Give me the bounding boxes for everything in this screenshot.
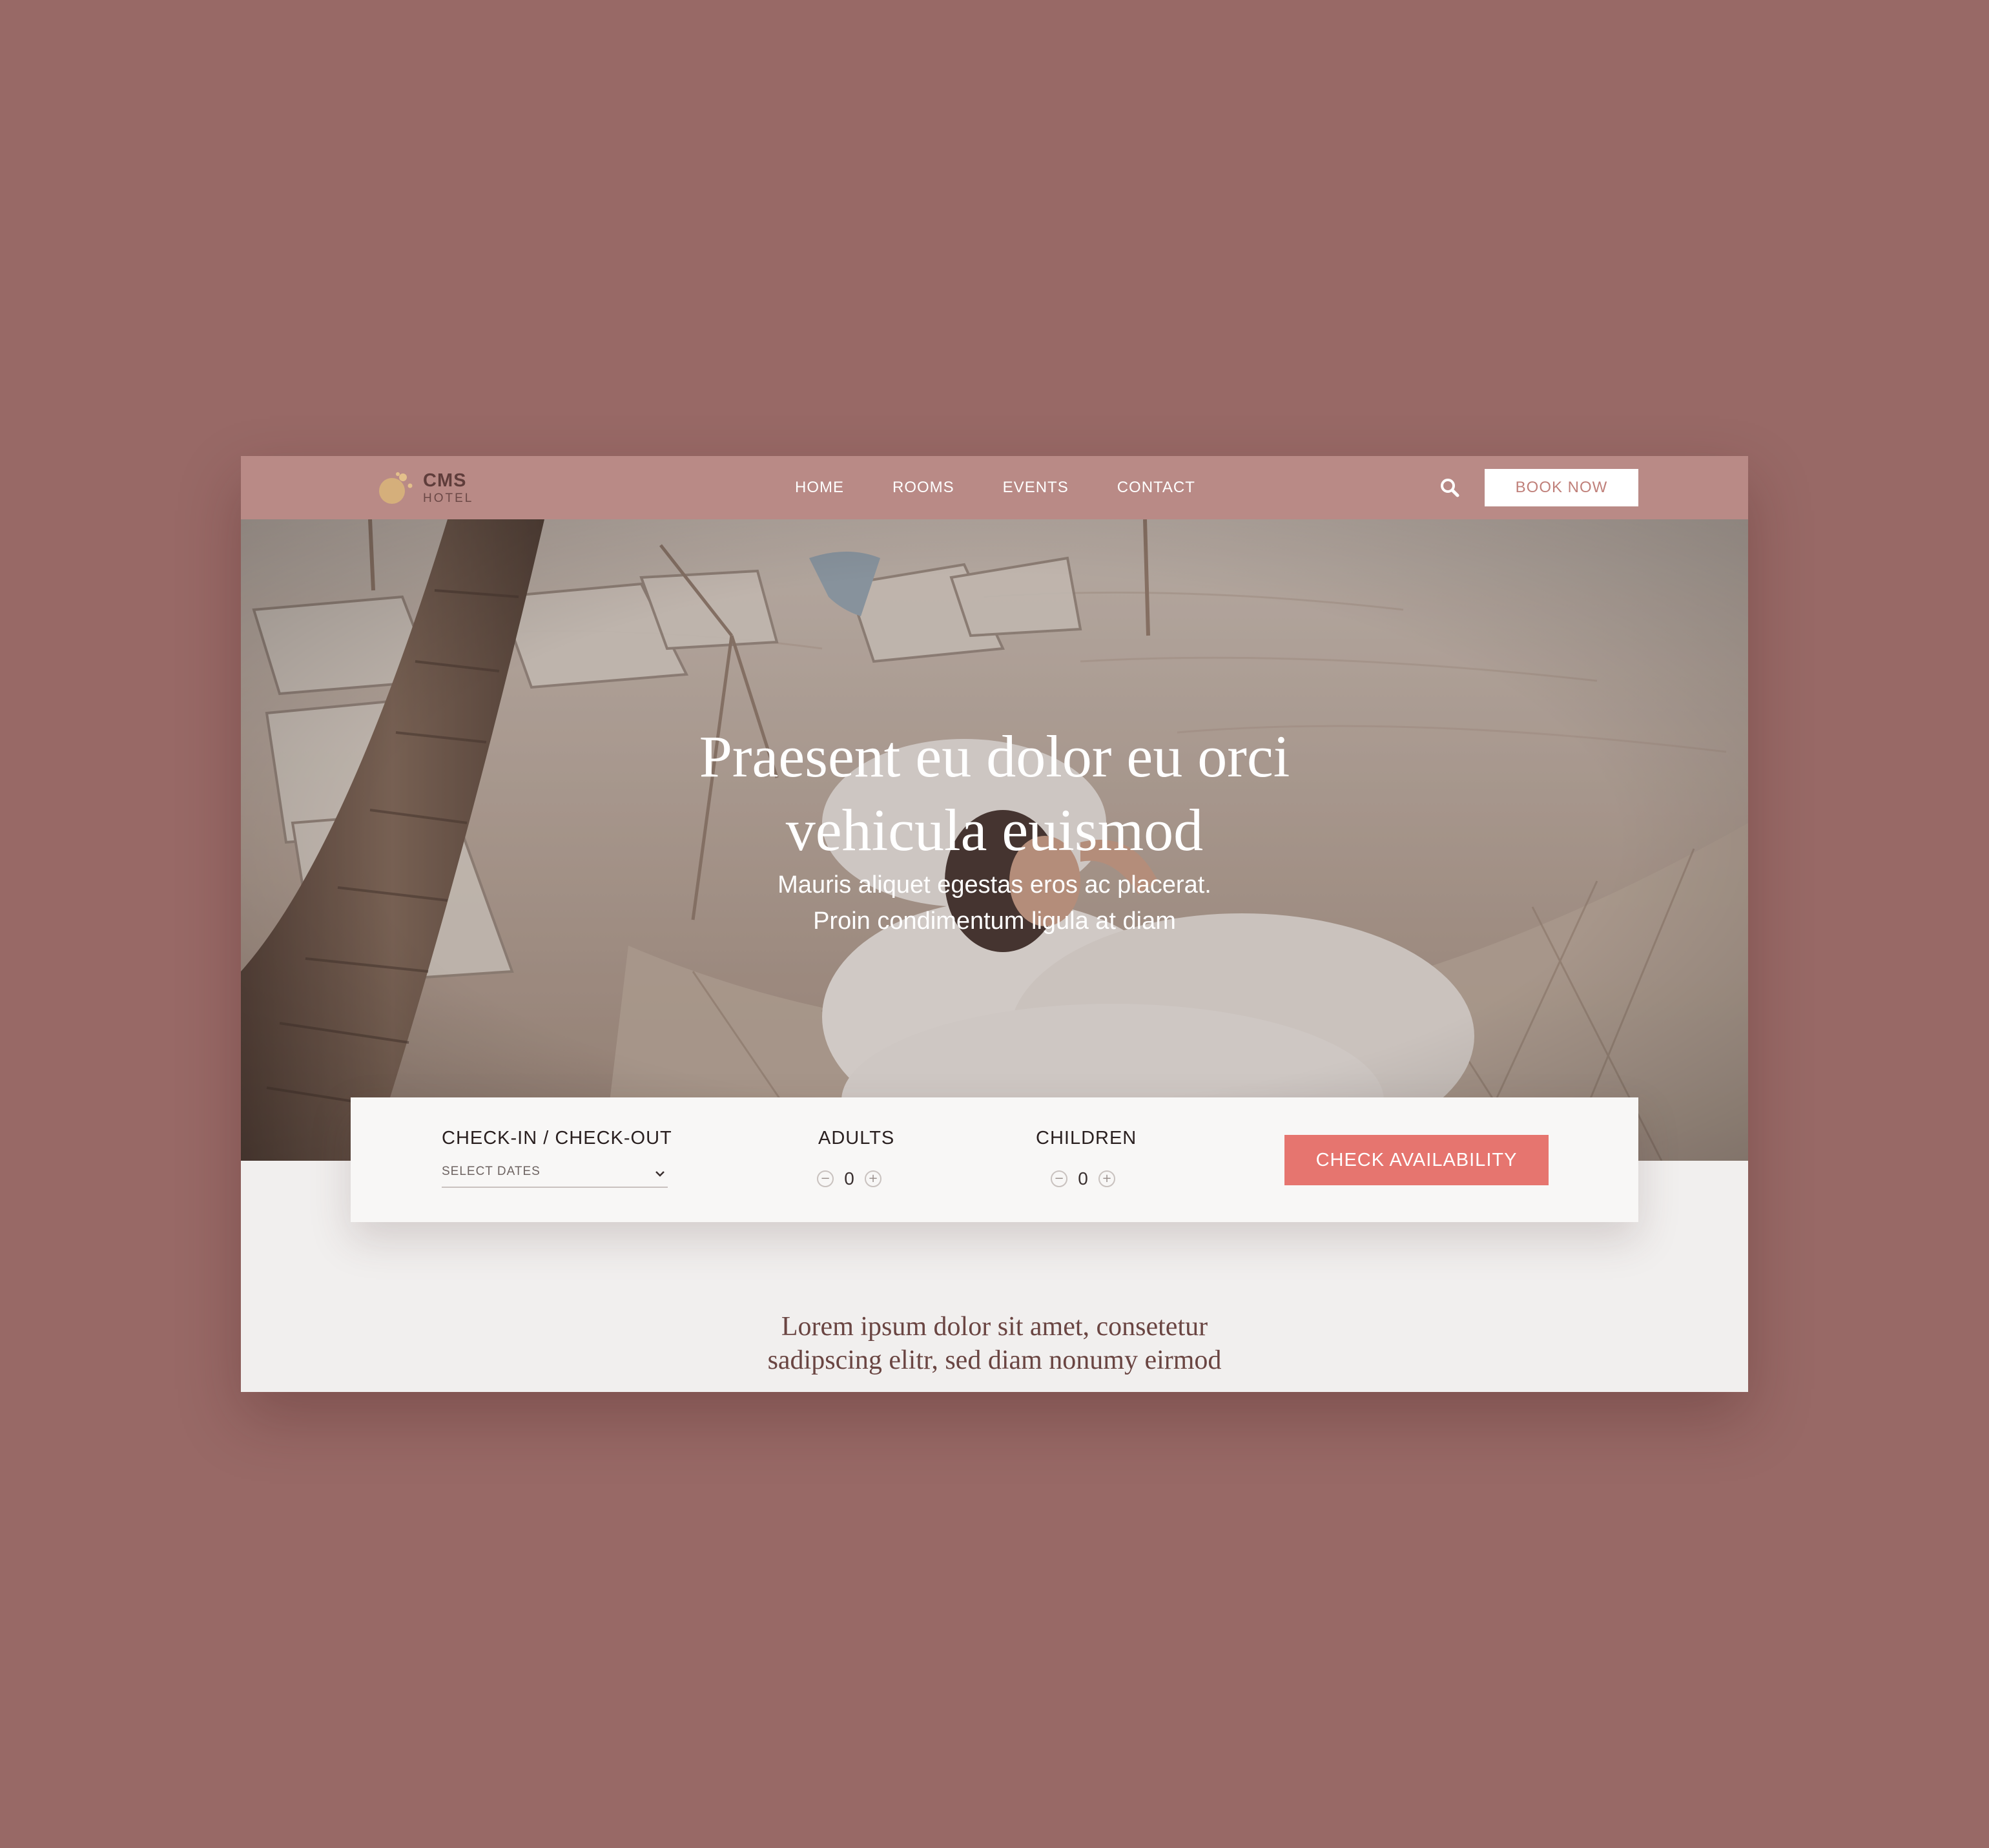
nav-link-contact[interactable]: CONTACT [1117,479,1195,497]
hotel-logo[interactable]: CMS HOTEL [376,469,480,508]
chevron-down-icon [655,1171,665,1177]
children-stepper: − 0 + [1051,1168,1115,1189]
nav-link-events[interactable]: EVENTS [1003,479,1069,497]
children-count: 0 [1078,1168,1088,1189]
nav-link-home[interactable]: HOME [795,479,844,497]
hero-banner: Praesent eu dolor eu orci vehicula euism… [241,519,1748,1161]
intro-text-line-2: sadipscing elitr, sed diam nonumy eirmod [767,1345,1222,1375]
main-menu: HOME ROOMS EVENTS CONTACT [795,456,1244,519]
adults-label: ADULTS [818,1128,895,1148]
logo-subtitle: HOTEL [423,492,474,505]
logo-name: CMS [423,470,467,491]
nav-link-rooms[interactable]: ROOMS [892,479,954,497]
children-decrement-button[interactable]: − [1051,1170,1067,1187]
booking-bar: CHECK-IN / CHECK-OUT SELECT DATES ADULTS… [351,1097,1638,1222]
adults-count: 0 [844,1168,854,1189]
children-label: CHILDREN [1036,1128,1137,1148]
check-in-check-out-label: CHECK-IN / CHECK-OUT [442,1128,672,1148]
hero-subheadline-line-2: Proin condimentum ligula at diam [813,908,1176,935]
search-icon [1441,479,1459,497]
intro-text-line-1: Lorem ipsum dolor sit amet, consetetur [781,1312,1208,1342]
children-increment-button[interactable]: + [1098,1170,1115,1187]
check-availability-button[interactable]: CHECK AVAILABILITY [1284,1135,1549,1185]
select-dates-placeholder: SELECT DATES [442,1165,541,1178]
hero-subheadline-line-1: Mauris aliquet egestas eros ac placerat. [778,871,1211,898]
hero-headline-line-2: vehicula euismod [785,797,1204,863]
search-button[interactable] [1439,477,1461,499]
hero-headline: Praesent eu dolor eu orci vehicula euism… [241,720,1748,867]
adults-decrement-button[interactable]: − [817,1170,834,1187]
hotel-website-frame: CMS HOTEL HOME ROOMS EVENTS CONTACT BOOK… [241,456,1748,1392]
hero-subheadline: Mauris aliquet egestas eros ac placerat.… [241,867,1748,939]
intro-text: Lorem ipsum dolor sit amet, consetetur s… [241,1310,1748,1377]
top-navigation-bar: CMS HOTEL HOME ROOMS EVENTS CONTACT BOOK… [241,456,1748,519]
adults-stepper: − 0 + [817,1168,881,1189]
select-dates-dropdown[interactable]: SELECT DATES [442,1162,668,1188]
logo-wordmark: CMS HOTEL [423,470,474,505]
book-now-button[interactable]: BOOK NOW [1485,469,1638,506]
logo-sun-icon [379,472,413,504]
hero-headline-line-1: Praesent eu dolor eu orci [699,723,1290,789]
adults-increment-button[interactable]: + [865,1170,881,1187]
